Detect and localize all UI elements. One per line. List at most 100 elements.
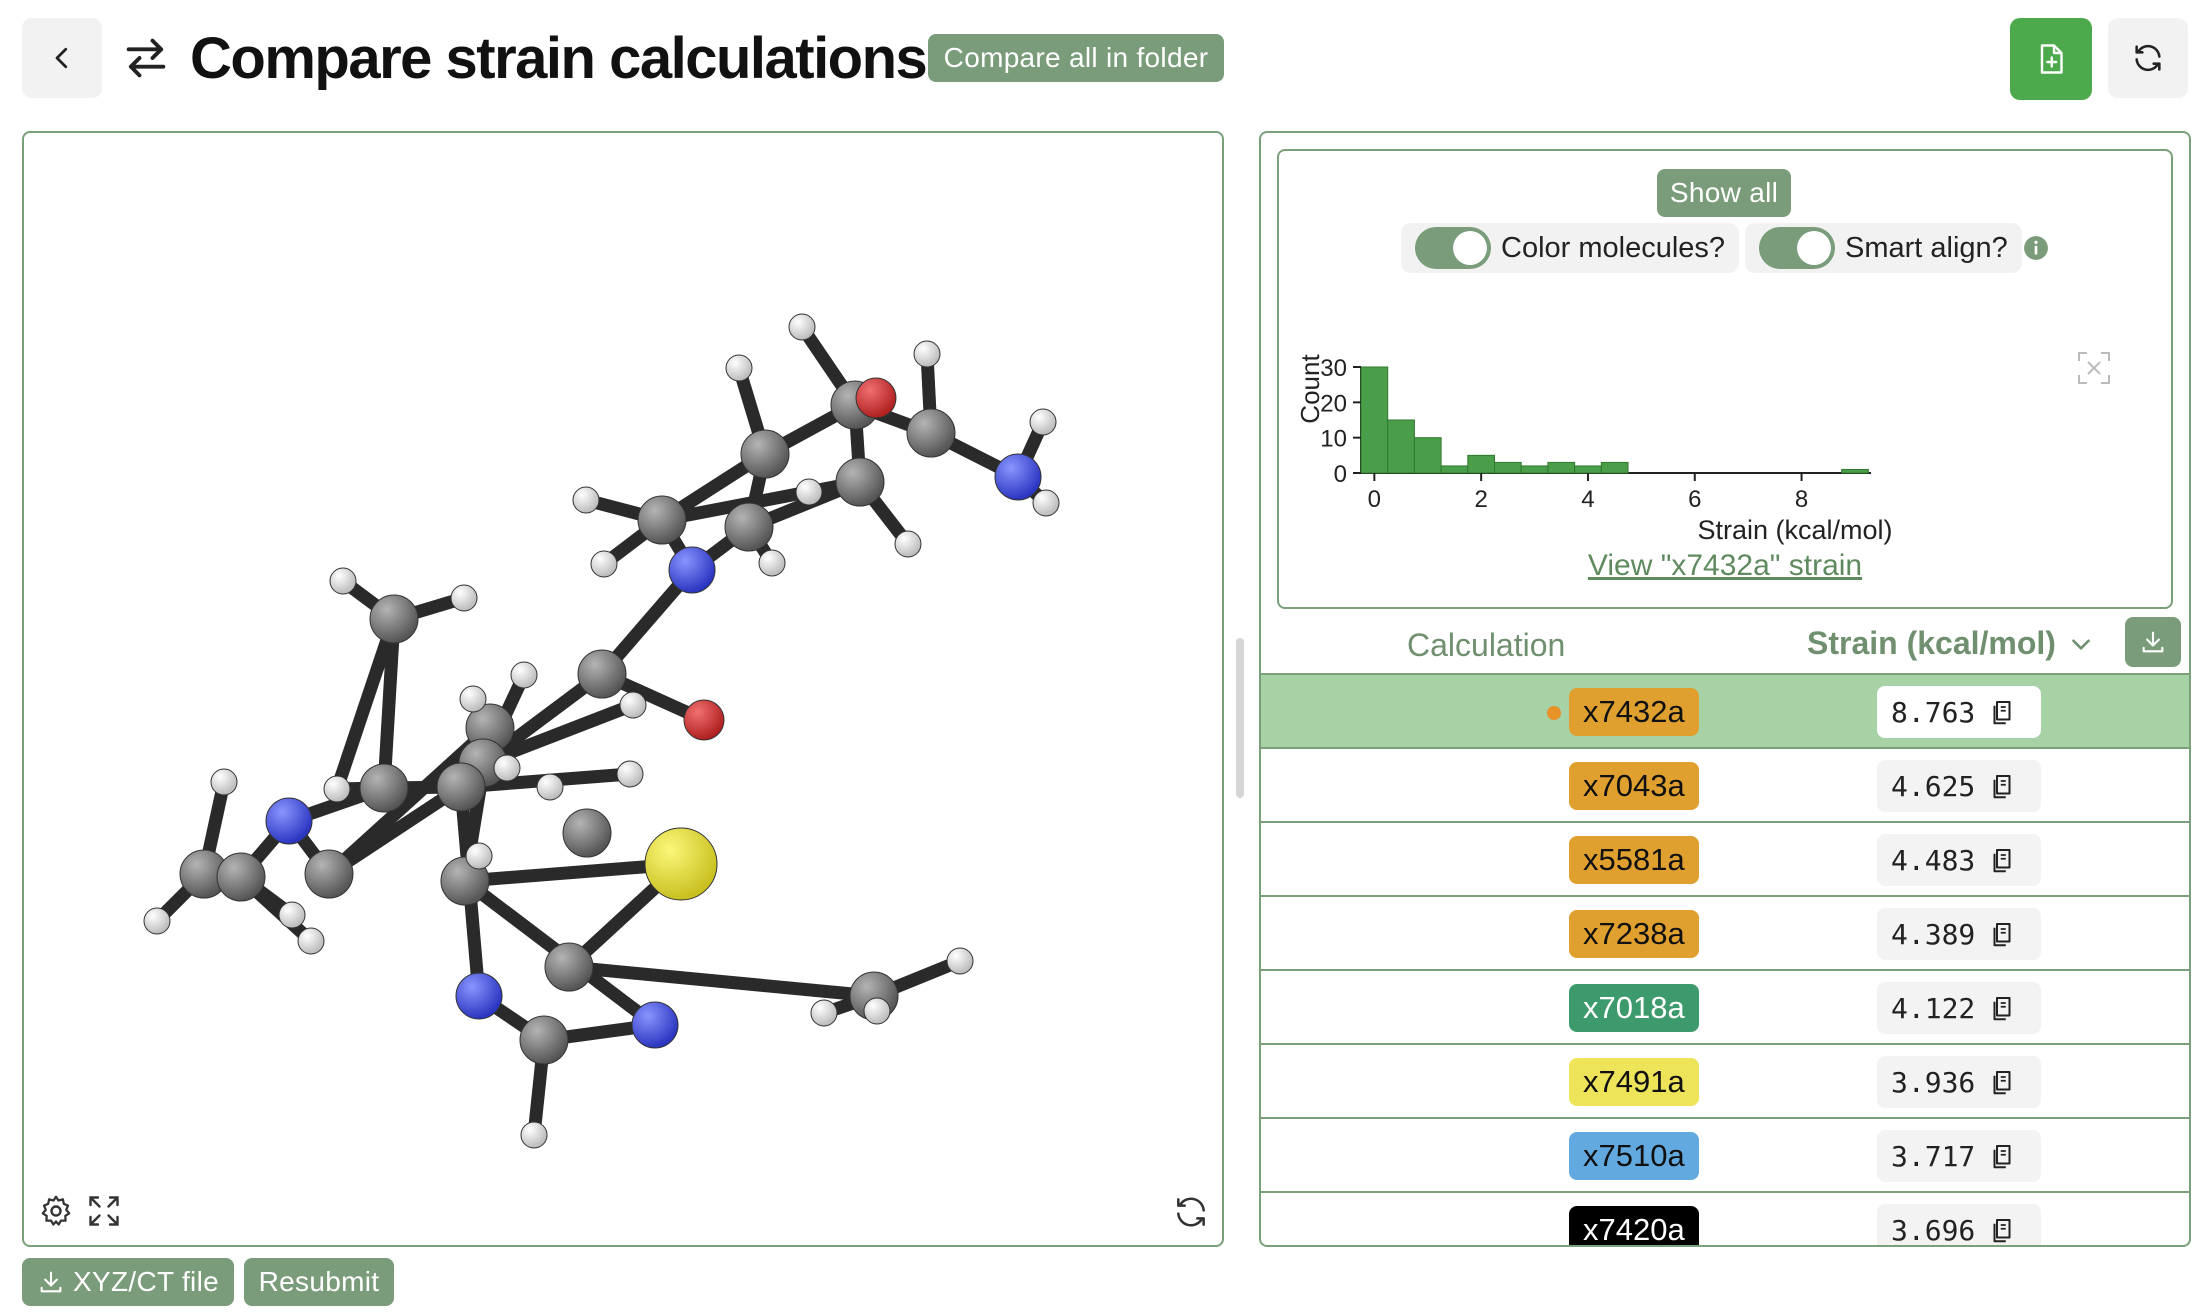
table-row[interactable]: x7043a 4.625 <box>1261 749 2189 823</box>
hydrogen-atom <box>450 584 478 612</box>
strain-value-text: 4.389 <box>1891 917 1976 951</box>
calculation-badge[interactable]: x5581a <box>1569 836 1699 884</box>
calculation-badge[interactable]: x7491a <box>1569 1058 1699 1106</box>
hydrogen-atom <box>590 550 618 578</box>
copy-icon[interactable] <box>1987 771 2017 801</box>
download-table-button[interactable] <box>2125 617 2181 667</box>
strain-value: 4.389 <box>1877 908 2041 960</box>
results-table: x7432a 8.763 x7043a 4.625 x5581a 4.483 x7238a 4… <box>1261 675 2189 1247</box>
histogram-bar <box>1574 465 1602 474</box>
hydrogen-atom <box>616 760 644 788</box>
reset-view-icon[interactable] <box>1172 1193 1210 1231</box>
reset-zoom-icon[interactable] <box>2078 352 2110 384</box>
smart-align-switch[interactable] <box>1759 227 1835 269</box>
copy-icon[interactable] <box>1987 1141 2017 1171</box>
y-tick-label: 20 <box>1320 390 1347 417</box>
x-tick-label: 0 <box>1368 486 1381 513</box>
hydrogen-atom <box>510 661 538 689</box>
hydrogen-atom <box>329 567 357 595</box>
copy-icon[interactable] <box>1987 919 2017 949</box>
fullscreen-icon[interactable] <box>86 1193 122 1229</box>
calculation-badge[interactable]: x7238a <box>1569 910 1699 958</box>
table-row[interactable]: x7238a 4.389 <box>1261 897 2189 971</box>
histogram-bar <box>1600 461 1629 474</box>
smart-align-toggle[interactable]: Smart align? <box>1745 223 2022 273</box>
x-axis-label: Strain (kcal/mol) <box>1697 515 1892 545</box>
calculation-badge[interactable]: x7420a <box>1569 1206 1699 1245</box>
color-molecules-switch[interactable] <box>1415 227 1491 269</box>
table-row[interactable]: x7420a 3.696 <box>1261 1193 2189 1247</box>
nitrogen-atom <box>631 1001 679 1049</box>
copy-icon[interactable] <box>1987 1067 2017 1097</box>
calculation-column-header[interactable]: Calculation <box>1407 627 1565 664</box>
new-file-button[interactable] <box>2010 18 2092 100</box>
histogram-card: Show all Color molecules? Smart align? C… <box>1277 149 2173 609</box>
strain-value-text: 4.122 <box>1891 991 1976 1025</box>
molecule-viewer[interactable] <box>22 131 1224 1247</box>
info-icon[interactable] <box>2023 235 2049 261</box>
download-icon <box>40 1271 62 1293</box>
selected-indicator-dot <box>1547 706 1561 720</box>
y-tick-label: 0 <box>1334 461 1347 488</box>
y-tick-label: 30 <box>1320 355 1347 382</box>
copy-icon[interactable] <box>1987 845 2017 875</box>
hydrogen-atom <box>536 773 564 801</box>
hydrogen-atom <box>795 478 823 506</box>
carbon-atom <box>304 849 354 899</box>
carbon-atom <box>562 808 612 858</box>
carbon-atom <box>835 457 885 507</box>
hydrogen-atom <box>946 947 974 975</box>
carbon-atom <box>724 502 774 552</box>
resubmit-button[interactable]: Resubmit <box>244 1258 394 1306</box>
download-xyz-label: XYZ/CT file <box>73 1266 219 1297</box>
strain-value-text: 3.717 <box>1891 1139 1976 1173</box>
x-tick-label: 6 <box>1688 486 1701 513</box>
settings-icon[interactable] <box>38 1193 74 1229</box>
back-button[interactable] <box>22 18 102 98</box>
compare-all-button[interactable]: Compare all in folder <box>928 34 1224 82</box>
calculation-badge[interactable]: x7510a <box>1569 1132 1699 1180</box>
hydrogen-atom <box>572 486 600 514</box>
table-row[interactable]: x7491a 3.936 <box>1261 1045 2189 1119</box>
color-molecules-toggle[interactable]: Color molecules? <box>1401 223 1740 273</box>
carbon-atom <box>369 594 419 644</box>
calculation-badge[interactable]: x7018a <box>1569 984 1699 1032</box>
nitrogen-atom <box>668 546 716 594</box>
hydrogen-atom <box>758 549 786 577</box>
table-row[interactable]: x7432a 8.763 <box>1261 675 2189 749</box>
y-tick-label: 10 <box>1320 426 1347 453</box>
table-row[interactable]: x5581a 4.483 <box>1261 823 2189 897</box>
histogram-bar <box>1547 461 1576 474</box>
nitrogen-atom <box>265 797 313 845</box>
histogram-bar <box>1467 454 1496 474</box>
molecule-3d-view[interactable] <box>24 133 1222 1245</box>
strain-column-header[interactable]: Strain (kcal/mol) <box>1807 625 2094 662</box>
strain-value-text: 4.483 <box>1891 843 1976 877</box>
x-tick-label: 4 <box>1581 486 1594 513</box>
strain-column-label: Strain (kcal/mol) <box>1807 625 2056 661</box>
refresh-button[interactable] <box>2108 18 2188 98</box>
view-strain-link[interactable]: View "x7432a" strain <box>1279 549 2171 583</box>
hydrogen-atom <box>810 999 838 1027</box>
copy-icon[interactable] <box>1987 993 2017 1023</box>
hydrogen-atom <box>619 691 647 719</box>
histogram-bar <box>1841 468 1869 474</box>
strain-value: 4.625 <box>1877 760 2041 812</box>
table-row[interactable]: x7510a 3.717 <box>1261 1119 2189 1193</box>
table-row[interactable]: x7018a 4.122 <box>1261 971 2189 1045</box>
histogram-bar <box>1440 465 1469 474</box>
hydrogen-atom <box>493 754 521 782</box>
copy-icon[interactable] <box>1987 1215 2017 1245</box>
copy-icon[interactable] <box>1987 697 2017 727</box>
strain-value-text: 3.696 <box>1891 1213 1976 1247</box>
calculation-badge[interactable]: x7432a <box>1569 688 1699 736</box>
hydrogen-atom <box>465 842 493 870</box>
swap-arrows-icon <box>120 32 172 84</box>
hydrogen-atom <box>520 1121 548 1149</box>
hydrogen-atom <box>278 901 306 929</box>
calculation-badge[interactable]: x7043a <box>1569 762 1699 810</box>
show-all-button[interactable]: Show all <box>1657 169 1791 217</box>
download-xyz-button[interactable]: XYZ/CT file <box>22 1258 234 1306</box>
panel-resize-handle[interactable] <box>1236 638 1244 798</box>
carbon-atom <box>436 762 486 812</box>
